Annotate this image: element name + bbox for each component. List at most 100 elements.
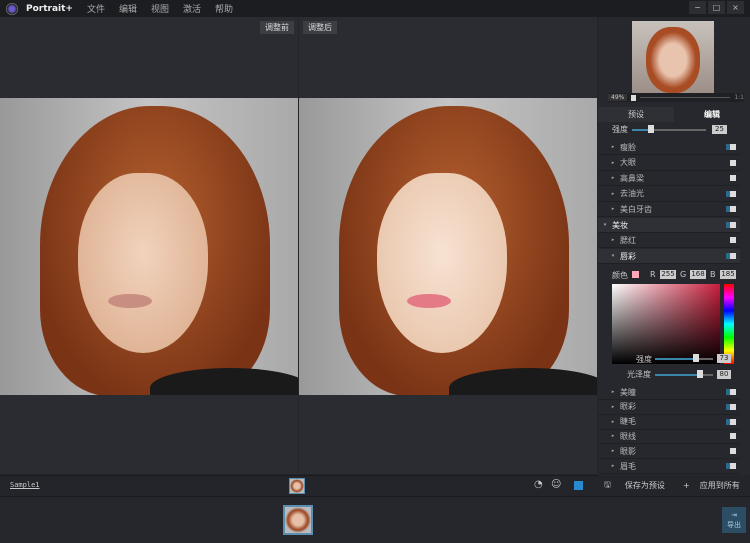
row-label: 美白牙齿 <box>620 204 652 214</box>
after-label: 调整后 <box>303 21 337 34</box>
chevron-right-icon: ▸ <box>611 175 615 181</box>
lip-strength-slider[interactable] <box>655 358 695 360</box>
toggle[interactable] <box>730 159 736 166</box>
toggle[interactable] <box>730 175 736 181</box>
color-swatch[interactable] <box>632 271 639 278</box>
makeup-row[interactable]: ▸ 睫毛 <box>598 415 740 430</box>
color-picker-area[interactable] <box>612 284 720 364</box>
before-viewer[interactable]: 调整前 <box>0 17 298 474</box>
r-label: R <box>650 270 656 279</box>
current-thumbnail[interactable] <box>289 478 305 494</box>
makeup-row[interactable]: ▸ 眉毛 <box>598 459 740 474</box>
toggle[interactable] <box>730 222 736 228</box>
menu-activate[interactable]: 激活 <box>183 2 201 15</box>
gloss-slider[interactable] <box>655 374 699 376</box>
makeup-row[interactable]: ▸ 美瞳 <box>598 385 740 400</box>
r-value[interactable]: 255 <box>660 270 676 279</box>
tab-edit[interactable]: 编辑 <box>674 107 750 122</box>
lip-strength-knob[interactable] <box>693 354 699 362</box>
before-label: 调整前 <box>260 21 294 34</box>
row-label: 唇彩 <box>620 251 636 261</box>
plus-icon: + <box>683 481 690 490</box>
row-label: 高鼻梁 <box>620 173 644 183</box>
face-detect-icon[interactable]: ☺ <box>551 479 561 490</box>
gloss-knob[interactable] <box>697 370 703 378</box>
row-label: 腮红 <box>620 235 636 245</box>
g-value[interactable]: 168 <box>690 270 706 279</box>
title-bar: Portrait+ 文件 编辑 视图 激活 帮助 − □ × <box>0 0 750 17</box>
chevron-right-icon: ▸ <box>611 403 615 410</box>
menu-file[interactable]: 文件 <box>87 2 105 15</box>
close-button[interactable]: × <box>727 1 744 14</box>
feature-row[interactable]: ▸ 大眼 <box>598 156 740 171</box>
chevron-right-icon: ▸ <box>611 433 615 440</box>
toggle[interactable] <box>730 418 736 425</box>
menu-edit[interactable]: 编辑 <box>119 2 137 15</box>
feature-row[interactable]: ▸ 瘦脸 <box>598 140 740 155</box>
toggle[interactable] <box>730 190 736 197</box>
b-value[interactable]: 185 <box>720 270 736 279</box>
filmstrip <box>0 496 750 543</box>
zoom-value: 49% <box>608 94 628 101</box>
export-label: 导出 <box>727 521 741 529</box>
chevron-right-icon: ▸ <box>611 206 615 212</box>
toggle[interactable] <box>730 463 736 469</box>
compare-icon[interactable]: ◔ <box>534 479 543 490</box>
makeup-row[interactable]: ▸ 眼影 <box>598 444 740 460</box>
strength-value[interactable]: 25 <box>712 125 727 134</box>
navigator-zoom-bar[interactable]: 49% 1:1 <box>608 93 744 102</box>
toggle[interactable] <box>730 433 736 440</box>
toggle[interactable] <box>730 237 736 243</box>
apply-all-label: 应用到所有 <box>699 481 740 490</box>
gloss-value[interactable]: 80 <box>717 370 731 379</box>
zoom-slider-knob[interactable] <box>631 94 637 101</box>
lip-strength-value[interactable]: 73 <box>717 354 731 363</box>
filename-link[interactable]: Sample1 <box>10 481 40 489</box>
row-label: 眉毛 <box>620 461 636 471</box>
apply-all-button[interactable]: + 应用到所有 <box>683 477 740 494</box>
b-label: B <box>710 270 716 279</box>
chevron-right-icon: ▸ <box>611 237 615 243</box>
makeup-section[interactable]: ▾ 美妆 <box>598 218 740 233</box>
chevron-right-icon: ▸ <box>611 463 615 469</box>
g-label: G <box>680 270 687 279</box>
toggle[interactable] <box>730 144 736 150</box>
save-preset-button[interactable]: 🖫 保存为预设 <box>604 477 665 494</box>
menu-view[interactable]: 视图 <box>151 2 169 15</box>
feature-row[interactable]: ▸ 美白牙齿 <box>598 202 740 217</box>
split-view-icon[interactable] <box>574 481 583 490</box>
feature-row[interactable]: ▸ 去油光 <box>598 187 740 202</box>
feature-row[interactable]: ▸ 高鼻梁 <box>598 171 740 186</box>
strength-slider-knob[interactable] <box>648 125 654 133</box>
chevron-right-icon: ▸ <box>611 144 615 150</box>
menu-help[interactable]: 帮助 <box>215 2 233 15</box>
after-photo <box>299 98 597 395</box>
fit-1-1-button[interactable]: 1:1 <box>734 94 744 101</box>
export-button[interactable]: ⇥ 导出 <box>722 507 746 533</box>
toggle[interactable] <box>730 206 736 212</box>
tab-preset[interactable]: 预设 <box>598 107 674 122</box>
makeup-row-expanded[interactable]: ▾ 唇彩 <box>598 249 740 264</box>
toggle[interactable] <box>730 389 736 395</box>
row-label: 美妆 <box>612 220 628 230</box>
minimize-button[interactable]: − <box>689 1 706 14</box>
chevron-down-icon: ▾ <box>603 222 607 228</box>
makeup-row[interactable]: ▸ 腮红 <box>598 233 740 248</box>
makeup-row[interactable]: ▸ 眼彩 <box>598 400 740 415</box>
toggle[interactable] <box>730 403 736 410</box>
chevron-right-icon: ▸ <box>611 389 615 395</box>
row-label: 去油光 <box>620 189 644 198</box>
maximize-button[interactable]: □ <box>708 1 725 14</box>
chevron-right-icon: ▸ <box>611 418 615 425</box>
row-label: 瘦脸 <box>620 142 636 152</box>
row-label: 眼彩 <box>620 402 636 412</box>
filmstrip-thumbnail[interactable] <box>283 505 313 535</box>
makeup-row[interactable]: ▸ 眼线 <box>598 429 740 445</box>
save-preset-label: 保存为预设 <box>624 481 665 490</box>
navigator-thumbnail[interactable] <box>632 21 714 93</box>
toggle[interactable] <box>730 448 736 455</box>
toggle[interactable] <box>730 253 736 259</box>
export-icon: ⇥ <box>731 511 737 519</box>
hue-slider[interactable] <box>724 284 734 364</box>
after-viewer[interactable]: 调整后 <box>299 17 597 474</box>
